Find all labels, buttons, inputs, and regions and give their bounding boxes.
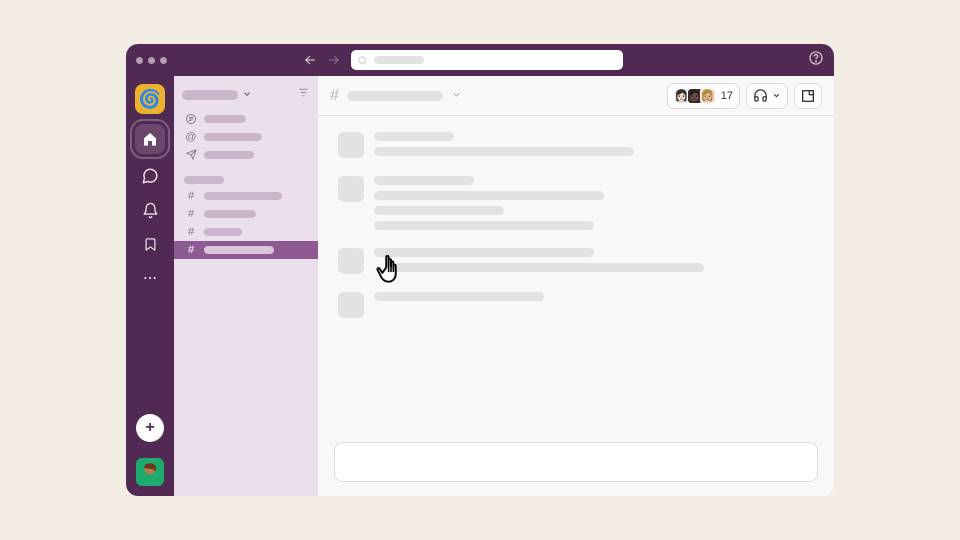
text-skeleton — [374, 248, 594, 257]
hash-icon: # — [184, 244, 198, 256]
rail-more[interactable] — [135, 266, 165, 290]
create-button[interactable]: + — [136, 414, 164, 442]
member-count-button[interactable]: 👩🏻 🧑🏿 👩🏼 17 — [667, 83, 740, 109]
forward-button[interactable] — [325, 53, 343, 67]
traffic-dot[interactable] — [136, 57, 143, 64]
huddle-button[interactable] — [746, 83, 788, 109]
workspace-header[interactable] — [174, 84, 318, 110]
filter-icon — [297, 86, 310, 99]
at-icon: @ — [184, 131, 198, 143]
sidebar-section-header[interactable] — [174, 173, 318, 187]
search-placeholder-skeleton — [374, 56, 424, 64]
app-window: 🌀 + — [126, 44, 834, 496]
ellipsis-icon — [142, 270, 158, 286]
workspace-logo-icon: 🌀 — [139, 89, 161, 110]
message[interactable] — [338, 132, 814, 158]
help-button[interactable] — [808, 50, 824, 71]
avatar — [338, 132, 364, 158]
arrow-left-icon — [303, 53, 317, 67]
message-circle-icon — [184, 113, 198, 125]
arrow-right-icon — [327, 53, 341, 67]
text-skeleton — [394, 263, 704, 272]
text-skeleton — [374, 206, 504, 215]
search-input[interactable] — [351, 50, 623, 70]
rail-home[interactable] — [135, 124, 165, 154]
channel-view: # 👩🏻 🧑🏿 👩🏼 17 — [318, 76, 834, 496]
channel-name-skeleton[interactable] — [347, 91, 443, 101]
bookmark-icon — [143, 237, 158, 252]
rail-activity[interactable] — [135, 198, 165, 222]
traffic-dot[interactable] — [148, 57, 155, 64]
channel-name-skeleton — [204, 246, 274, 254]
workspace-name-skeleton — [182, 90, 238, 100]
section-heading-skeleton — [184, 176, 224, 184]
message[interactable] — [338, 248, 814, 274]
filter-button[interactable] — [297, 86, 310, 104]
member-count: 17 — [721, 90, 733, 102]
text-skeleton — [374, 147, 634, 156]
sidebar-item-mentions[interactable]: @ — [174, 128, 318, 146]
message-composer[interactable] — [334, 442, 818, 482]
canvas-icon — [800, 88, 816, 104]
member-avatars: 👩🏻 🧑🏿 👩🏼 — [674, 88, 716, 104]
nav-rail: 🌀 + — [126, 76, 174, 496]
titlebar — [126, 44, 834, 76]
avatar — [338, 176, 364, 202]
user-avatar-icon — [136, 458, 164, 486]
avatar — [338, 248, 364, 274]
chevron-down-icon — [772, 91, 781, 100]
text-skeleton — [374, 132, 454, 141]
hash-icon: # — [184, 208, 198, 220]
sidebar-channel-selected[interactable]: # — [174, 241, 318, 259]
canvas-button[interactable] — [794, 83, 822, 109]
chevron-down-icon — [242, 86, 252, 104]
traffic-dot[interactable] — [160, 57, 167, 64]
channel-name-skeleton — [204, 192, 282, 200]
hash-icon: # — [184, 226, 198, 238]
bell-icon — [142, 202, 159, 219]
sidebar-label-skeleton — [204, 115, 246, 123]
home-icon — [142, 131, 158, 147]
message[interactable] — [338, 292, 814, 318]
message-list[interactable] — [318, 116, 834, 442]
plus-icon: + — [145, 419, 154, 437]
sidebar-label-skeleton — [204, 133, 262, 141]
window-controls[interactable] — [136, 57, 167, 64]
hash-icon: # — [184, 190, 198, 202]
hash-icon: # — [330, 87, 339, 105]
sidebar-channel[interactable]: # — [174, 187, 318, 205]
rail-later[interactable] — [135, 232, 165, 256]
user-menu[interactable] — [136, 458, 164, 486]
text-skeleton — [374, 292, 544, 301]
avatar: 👩🏼 — [700, 88, 716, 104]
send-icon — [184, 149, 198, 160]
sidebar-channel[interactable]: # — [174, 205, 318, 223]
chevron-down-icon[interactable] — [451, 87, 462, 105]
channel-header: # 👩🏻 🧑🏿 👩🏼 17 — [318, 76, 834, 116]
sidebar-label-skeleton — [204, 151, 254, 159]
channel-name-skeleton — [204, 228, 242, 236]
chat-icon — [141, 167, 159, 185]
text-skeleton — [374, 191, 604, 200]
text-skeleton — [374, 176, 474, 185]
search-icon — [357, 55, 368, 66]
headphones-icon — [753, 88, 768, 103]
sidebar-item-drafts[interactable] — [174, 146, 318, 163]
channel-sidebar: @ # # # # — [174, 76, 318, 496]
workspace-switcher[interactable]: 🌀 — [135, 84, 165, 114]
message[interactable] — [338, 176, 814, 230]
sidebar-item-threads[interactable] — [174, 110, 318, 128]
sidebar-channel[interactable]: # — [174, 223, 318, 241]
back-button[interactable] — [301, 53, 319, 67]
help-icon — [808, 50, 824, 66]
avatar — [338, 292, 364, 318]
channel-name-skeleton — [204, 210, 256, 218]
rail-dms[interactable] — [135, 164, 165, 188]
text-skeleton — [374, 221, 594, 230]
